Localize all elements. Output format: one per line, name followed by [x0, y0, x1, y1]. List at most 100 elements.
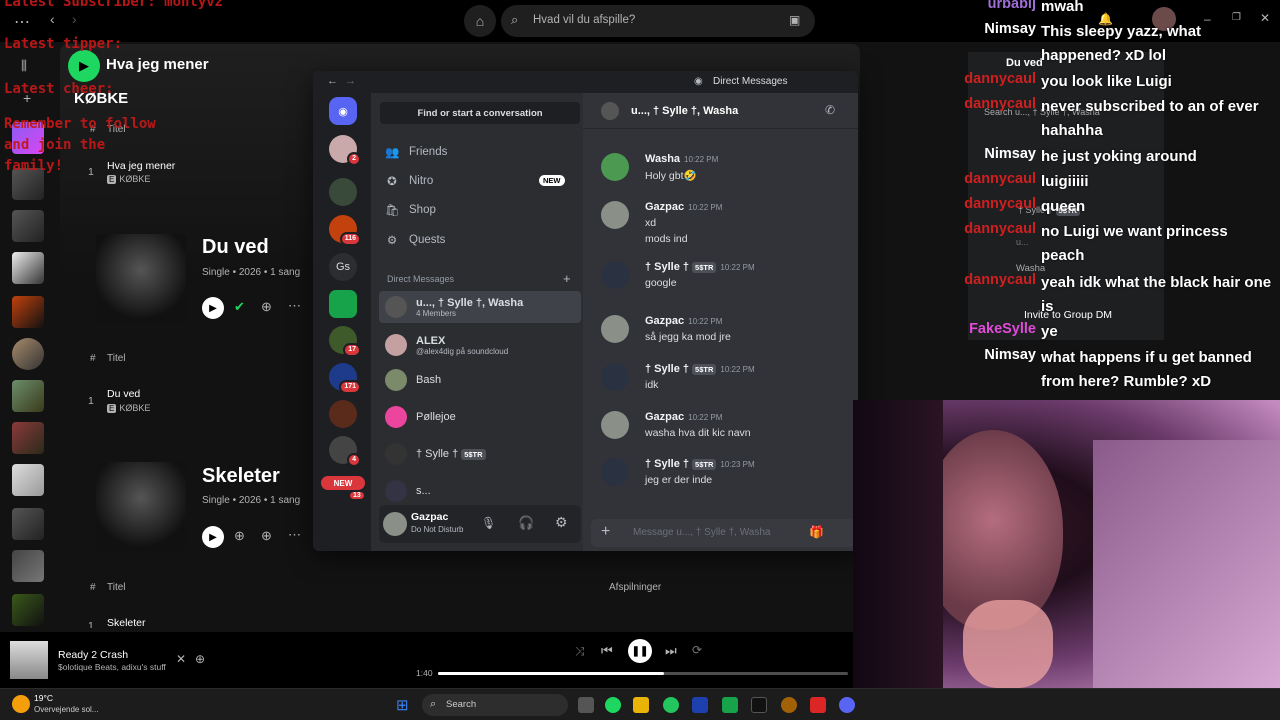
- back-icon[interactable]: ←: [327, 75, 338, 87]
- headphones-icon[interactable]: 🎧: [518, 515, 534, 531]
- playlist-thumb[interactable]: [12, 464, 44, 496]
- add-icon[interactable]: ⊕: [195, 652, 205, 666]
- call-icon[interactable]: ✆: [825, 103, 835, 117]
- nav-shop[interactable]: 🛍 Shop: [385, 203, 436, 217]
- search-input[interactable]: Hvad vil du afspille?: [533, 14, 635, 26]
- app-icon[interactable]: [781, 697, 797, 713]
- dm-item-sylle[interactable]: † Sylle † 5$TR: [379, 438, 581, 470]
- find-conversation-input[interactable]: Find or start a conversation: [380, 102, 580, 124]
- attach-plus-icon[interactable]: +: [601, 523, 610, 541]
- saved-icon[interactable]: ✔: [234, 299, 245, 315]
- server-gs[interactable]: Gs: [329, 253, 357, 281]
- home-icon[interactable]: ⌂: [464, 5, 496, 37]
- server-icon[interactable]: [329, 400, 357, 428]
- nav-friends[interactable]: 👥 Friends: [385, 145, 447, 159]
- download-icon[interactable]: ⊕: [261, 299, 272, 315]
- new-pill[interactable]: NEW: [321, 476, 365, 490]
- create-dm-icon[interactable]: +: [563, 271, 571, 286]
- track-title[interactable]: Du ved: [107, 388, 140, 400]
- track-title[interactable]: Skeleter: [107, 617, 146, 628]
- chrome-icon[interactable]: [663, 697, 679, 713]
- avatar[interactable]: [601, 201, 629, 229]
- server-icon[interactable]: 171: [329, 363, 361, 394]
- user-avatar[interactable]: [383, 512, 407, 536]
- artist-thumb[interactable]: [12, 338, 44, 370]
- dm-item-pollejoe[interactable]: Pøllejoe: [379, 401, 581, 433]
- message-author[interactable]: † Sylle † 5$TR 10:23 PM: [645, 458, 755, 470]
- back-icon[interactable]: ‹: [50, 11, 55, 27]
- album-cover[interactable]: [96, 462, 186, 552]
- task-view-icon[interactable]: [578, 697, 594, 713]
- dm-item-alex[interactable]: ALEX @alex4dig på soundcloud: [379, 329, 581, 361]
- avatar[interactable]: [601, 458, 629, 486]
- browse-icon[interactable]: ▣: [789, 13, 800, 27]
- server-icon[interactable]: 4: [329, 436, 361, 467]
- avatar[interactable]: [601, 153, 629, 181]
- add-icon[interactable]: ⊕: [234, 528, 245, 544]
- dm-item-group[interactable]: u..., † Sylle †, Washa 4 Members: [379, 291, 581, 323]
- nav-nitro[interactable]: ✪ Nitro: [385, 174, 433, 188]
- playlist-thumb[interactable]: [12, 296, 44, 328]
- message-author[interactable]: Gazpac 10:22 PM: [645, 201, 722, 213]
- player-artists[interactable]: $olotique Beats, adixu's stuff: [58, 662, 166, 672]
- minecraft-server-icon[interactable]: [329, 290, 357, 318]
- playlist-thumb[interactable]: [12, 508, 44, 540]
- server-icon[interactable]: 17: [329, 326, 361, 357]
- explorer-icon[interactable]: [633, 697, 649, 713]
- avatar[interactable]: [601, 363, 629, 391]
- minecraft-icon[interactable]: [722, 697, 738, 713]
- next-icon[interactable]: ⏭: [665, 643, 677, 659]
- previous-icon[interactable]: ⏮: [601, 643, 613, 659]
- server-icon[interactable]: 2: [329, 135, 361, 166]
- message-author[interactable]: † Sylle † 5$TR 10:22 PM: [645, 363, 755, 375]
- home-discord-icon[interactable]: ◉: [329, 97, 357, 125]
- download-icon[interactable]: ⊕: [261, 528, 272, 544]
- weather-icon[interactable]: [12, 695, 30, 713]
- play-button[interactable]: ▶: [202, 526, 224, 548]
- more-icon[interactable]: ⋯: [14, 12, 30, 32]
- server-icon[interactable]: [329, 178, 357, 206]
- hide-icon[interactable]: ✕: [176, 652, 186, 666]
- message-author[interactable]: Gazpac 10:22 PM: [645, 315, 722, 327]
- shuffle-icon[interactable]: ⤨: [575, 644, 585, 659]
- library-icon[interactable]: ⫼: [21, 58, 27, 74]
- start-icon[interactable]: ⊞: [396, 696, 409, 714]
- avatar[interactable]: [601, 261, 629, 289]
- progress-bar[interactable]: [438, 672, 848, 675]
- capcut-icon[interactable]: [751, 697, 767, 713]
- forward-icon[interactable]: →: [345, 75, 356, 87]
- repeat-icon[interactable]: ⟳: [692, 643, 702, 657]
- playlist-thumb[interactable]: [12, 252, 44, 284]
- gift-icon[interactable]: 🎁: [809, 525, 824, 539]
- message-author[interactable]: Gazpac 10:22 PM: [645, 411, 722, 423]
- nav-quests[interactable]: ⚙ Quests: [385, 233, 446, 247]
- message-input[interactable]: Message u..., † Sylle †, Washa: [633, 527, 770, 538]
- play-button[interactable]: ▶: [68, 50, 100, 82]
- avatar[interactable]: [601, 315, 629, 343]
- album-cover[interactable]: [96, 234, 186, 324]
- spotify-icon[interactable]: [605, 697, 621, 713]
- message-author[interactable]: Washa 10:22 PM: [645, 153, 718, 165]
- playlist-thumb[interactable]: [12, 380, 44, 412]
- track-artist[interactable]: E KØBKE: [107, 403, 150, 413]
- mic-icon[interactable]: 🎙: [481, 516, 496, 530]
- taskbar-search[interactable]: ⌕ Search: [422, 694, 568, 716]
- dm-item-s[interactable]: s...: [379, 475, 581, 507]
- member-name[interactable]: u...: [1016, 237, 1029, 247]
- player-title[interactable]: Ready 2 Crash: [58, 649, 128, 661]
- pause-button[interactable]: ❚❚: [628, 639, 652, 663]
- playlist-thumb[interactable]: [12, 594, 44, 626]
- discord-icon[interactable]: [839, 697, 855, 713]
- playlist-thumb[interactable]: [12, 550, 44, 582]
- message-author[interactable]: † Sylle † 5$TR 10:22 PM: [645, 261, 755, 273]
- play-button[interactable]: ▶: [202, 297, 224, 319]
- now-playing-cover[interactable]: [10, 641, 48, 679]
- server-icon[interactable]: 116: [329, 215, 361, 246]
- forward-icon[interactable]: ›: [72, 11, 77, 27]
- more-icon[interactable]: ⋯: [288, 527, 301, 543]
- more-icon[interactable]: ⋯: [288, 298, 301, 314]
- message-composer[interactable]: + Message u..., † Sylle †, Washa 🎁: [591, 519, 856, 547]
- search-bar[interactable]: ⌕ Hvad vil du afspille? ▣: [501, 5, 815, 37]
- settings-gear-icon[interactable]: ⚙: [555, 514, 568, 531]
- playlist-thumb[interactable]: [12, 422, 44, 454]
